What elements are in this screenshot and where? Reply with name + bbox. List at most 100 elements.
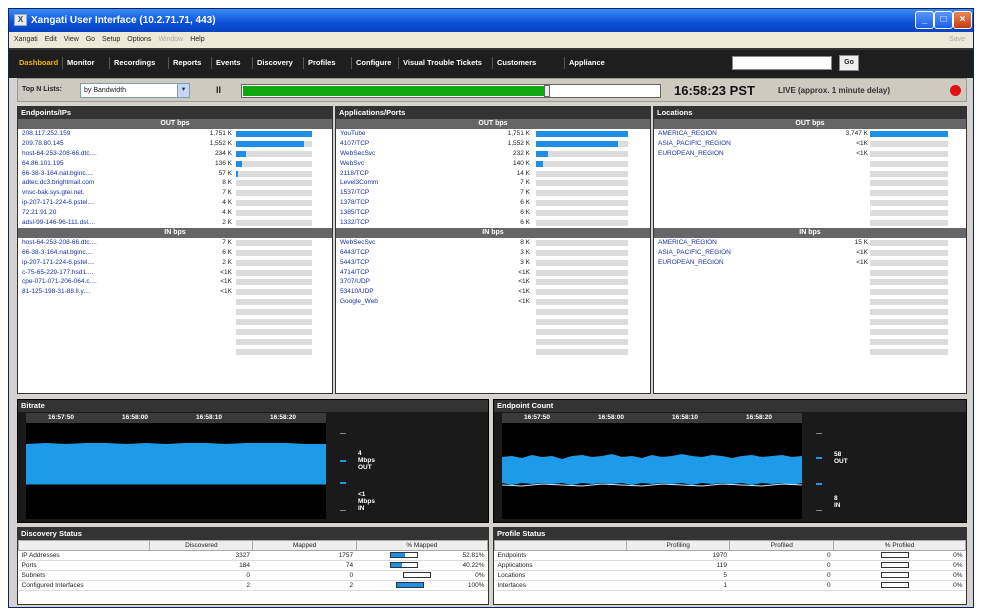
menu-go[interactable]: Go	[86, 36, 95, 43]
list-item-name[interactable]: AMERICA_REGION	[658, 238, 814, 248]
column-header[interactable]: % Profiled	[833, 540, 966, 551]
list-item[interactable]: 81-125-198-31-88.ll.y.... <1K	[18, 287, 332, 297]
pause-button[interactable]: II	[216, 85, 221, 95]
list-item[interactable]: EUROPEAN_REGION <1K	[654, 149, 966, 159]
list-item-name[interactable]: 2118/TCP	[340, 169, 480, 179]
list-item-name[interactable]: host-64-253-208-66.dtc....	[22, 238, 180, 248]
timeline-slider[interactable]	[241, 84, 661, 98]
list-item[interactable]: 6443/TCP 3 K	[336, 248, 650, 258]
list-item[interactable]: WebSvc 140 K	[336, 159, 650, 169]
list-item-name[interactable]: ip-207-171-224-6.pstel....	[22, 198, 180, 208]
list-item[interactable]: adtec.dc3.brightmail.com 8 K	[18, 178, 332, 188]
list-item[interactable]: host-64-253-208-66.dtc.... 234 K	[18, 149, 332, 159]
bitrate-graph[interactable]	[26, 423, 326, 519]
list-item[interactable]: 1537/TCP 7 K	[336, 188, 650, 198]
list-item-name[interactable]: host-64-253-208-66.dtc....	[22, 149, 180, 159]
list-item-name[interactable]: ASIA_PACIFIC_REGION	[658, 139, 814, 149]
list-item[interactable]: 3707/UDP <1K	[336, 277, 650, 287]
list-item-name[interactable]: 3707/UDP	[340, 277, 480, 287]
list-item[interactable]: WebSecSvc 232 K	[336, 149, 650, 159]
list-item-name[interactable]: cpe-071-071-206-064.c....	[22, 277, 180, 287]
list-item-name[interactable]: 72.21.91.20	[22, 208, 180, 218]
list-item[interactable]: 72.21.91.20 4 K	[18, 208, 332, 218]
nav-tab-recordings[interactable]: Recordings	[114, 58, 155, 67]
column-header[interactable]: Discovered	[149, 540, 254, 551]
endpoint-count-graph[interactable]	[501, 423, 803, 519]
list-item[interactable]: Level3Comm 7 K	[336, 178, 650, 188]
list-item-name[interactable]: 209.78.80.145	[22, 139, 180, 149]
list-item[interactable]: host-64-253-208-66.dtc.... 7 K	[18, 238, 332, 248]
list-item[interactable]: ip-207-171-224-6.pstel.... 4 K	[18, 198, 332, 208]
list-item[interactable]: YouTube 1,751 K	[336, 129, 650, 139]
record-icon[interactable]	[950, 85, 961, 96]
topn-select[interactable]: by Bandwidth ▼	[80, 83, 190, 98]
list-item[interactable]: 4107/TCP 1,552 K	[336, 139, 650, 149]
close-button[interactable]: ×	[953, 11, 972, 29]
nav-tab-discovery[interactable]: Discovery	[257, 58, 293, 67]
list-item-name[interactable]: 5443/TCP	[340, 258, 480, 268]
timeline-handle[interactable]	[543, 85, 550, 97]
list-item[interactable]: 53410/UDP <1K	[336, 287, 650, 297]
list-item[interactable]: 64.86.101.195 136 K	[18, 159, 332, 169]
list-item[interactable]: 209.78.80.145 1,552 K	[18, 139, 332, 149]
list-item-name[interactable]: 64.86.101.195	[22, 159, 180, 169]
list-item-name[interactable]: 1385/TCP	[340, 208, 480, 218]
search-input[interactable]	[732, 56, 832, 70]
title-bar[interactable]: X Xangati User Interface (10.2.71.71, 44…	[9, 9, 973, 32]
column-header[interactable]: % Mapped	[355, 540, 489, 551]
list-item-name[interactable]: 4107/TCP	[340, 139, 480, 149]
chevron-down-icon[interactable]: ▼	[177, 84, 189, 97]
list-item-name[interactable]: c-75-65-229-177.hsd1....	[22, 268, 180, 278]
list-item-name[interactable]: ASIA_PACIFIC_REGION	[658, 248, 814, 258]
go-button[interactable]: Go	[839, 55, 859, 71]
menu-view[interactable]: View	[64, 36, 79, 43]
list-item[interactable]: 66-38-3-164.nat.bginc.... 6 K	[18, 248, 332, 258]
list-item-name[interactable]: EUROPEAN_REGION	[658, 149, 814, 159]
list-item[interactable]: 1378/TCP 6 K	[336, 198, 650, 208]
menu-edit[interactable]: Edit	[45, 36, 57, 43]
maximize-button[interactable]: □	[934, 11, 953, 29]
list-item-name[interactable]: adtec.dc3.brightmail.com	[22, 178, 180, 188]
minimize-button[interactable]: _	[915, 11, 934, 29]
list-item-name[interactable]: 4714/TCP	[340, 268, 480, 278]
nav-tab-appliance[interactable]: Appliance	[569, 58, 605, 67]
list-item-name[interactable]: YouTube	[340, 129, 480, 139]
menu-xangati[interactable]: Xangati	[14, 36, 38, 43]
list-item[interactable]: ip-207-171-224-6.pstel.... 2 K	[18, 258, 332, 268]
nav-tab-configure[interactable]: Configure	[356, 58, 391, 67]
list-item[interactable]: adsl-99-146-96-111.dsl.... 2 K	[18, 218, 332, 228]
list-item[interactable]: 2118/TCP 14 K	[336, 169, 650, 179]
nav-tab-dashboard[interactable]: Dashboard	[19, 58, 58, 67]
list-item-name[interactable]: ip-207-171-224-6.pstel....	[22, 258, 180, 268]
nav-tab-reports[interactable]: Reports	[173, 58, 201, 67]
list-item-name[interactable]: WebSvc	[340, 159, 480, 169]
nav-tab-monitor[interactable]: Monitor	[67, 58, 95, 67]
list-item[interactable]: ASIA_PACIFIC_REGION <1K	[654, 139, 966, 149]
list-item-name[interactable]: adsl-99-146-96-111.dsl....	[22, 218, 180, 228]
list-item[interactable]: cpe-071-071-206-064.c.... <1K	[18, 277, 332, 287]
list-item[interactable]: c-75-65-229-177.hsd1.... <1K	[18, 268, 332, 278]
list-item[interactable]: 1332/TCP 6 K	[336, 218, 650, 228]
column-header[interactable]: Mapped	[252, 540, 357, 551]
list-item-name[interactable]: Google_Web	[340, 297, 480, 307]
list-item-name[interactable]: AMERICA_REGION	[658, 129, 814, 139]
list-item-name[interactable]: 1537/TCP	[340, 188, 480, 198]
list-item[interactable]: EUROPEAN_REGION <1K	[654, 258, 966, 268]
menu-help[interactable]: Help	[190, 36, 204, 43]
list-item-name[interactable]: 1332/TCP	[340, 218, 480, 228]
column-header[interactable]: Profiled	[729, 540, 835, 551]
nav-tab-events[interactable]: Events	[216, 58, 241, 67]
list-item-name[interactable]: EUROPEAN_REGION	[658, 258, 814, 268]
nav-tab-visual-trouble-tickets[interactable]: Visual Trouble Tickets	[403, 58, 482, 67]
list-item-name[interactable]: WebSecSvc	[340, 238, 480, 248]
column-header[interactable]	[494, 540, 627, 551]
list-item-name[interactable]: 6443/TCP	[340, 248, 480, 258]
column-header[interactable]	[17, 540, 151, 551]
list-item[interactable]: 5443/TCP 3 K	[336, 258, 650, 268]
menu-setup[interactable]: Setup	[102, 36, 120, 43]
list-item-name[interactable]: 208.117.252.159	[22, 129, 180, 139]
list-item[interactable]: 208.117.252.159 1,751 K	[18, 129, 332, 139]
list-item[interactable]: 4714/TCP <1K	[336, 268, 650, 278]
list-item-name[interactable]: vnsc-bak.sys.gtei.net.	[22, 188, 180, 198]
list-item-name[interactable]: 66-38-3-164.nat.bginc....	[22, 169, 180, 179]
